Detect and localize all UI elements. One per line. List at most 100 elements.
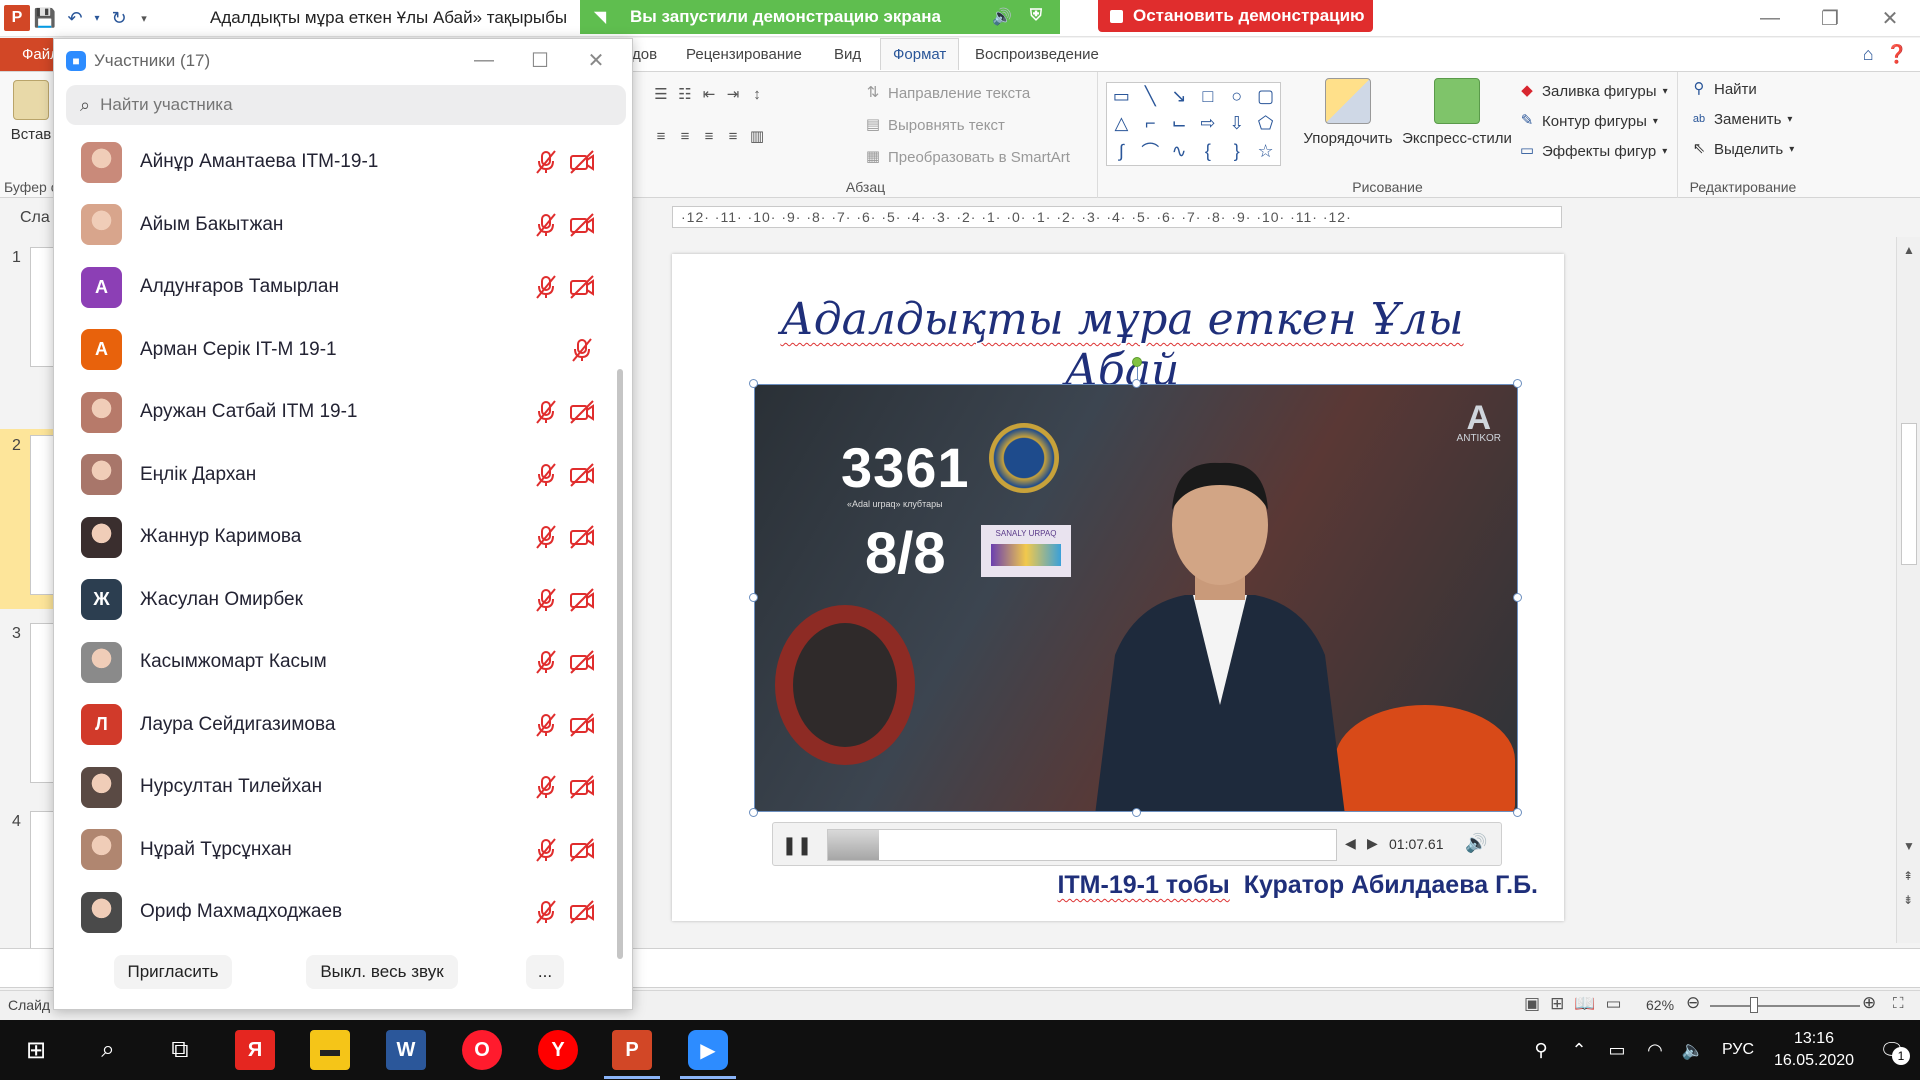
mute-all-button[interactable]: Выкл. весь звук xyxy=(306,955,458,989)
volume-icon[interactable]: 🔊 xyxy=(1465,833,1487,854)
tab-playback[interactable]: Воспроизведение xyxy=(975,46,1099,63)
shape-fill-button[interactable]: ◆ Заливка фигуры ▾ xyxy=(1518,82,1667,100)
align-text-button[interactable]: ▤ Выровнять текст xyxy=(864,116,1005,134)
align-right-icon[interactable]: ≡ xyxy=(700,128,718,146)
muted-mic-icon[interactable] xyxy=(532,211,560,239)
participant-row[interactable]: Айнұр Амантаева ITM-19-1 xyxy=(54,131,614,193)
oval-shape-icon[interactable]: ○ xyxy=(1222,83,1251,110)
windows-start-icon[interactable]: ⊞ xyxy=(14,1028,58,1072)
star-shape-icon[interactable]: ☆ xyxy=(1251,138,1280,165)
slide-footer[interactable]: ITM-19-1 тобы Куратор Абилдаева Г.Б. xyxy=(1028,871,1538,900)
video-off-icon[interactable] xyxy=(568,461,596,489)
people-icon[interactable]: ⚲ xyxy=(1522,1040,1560,1061)
align-center-icon[interactable]: ≡ xyxy=(676,128,694,146)
align-left-icon[interactable]: ≡ xyxy=(652,128,670,146)
participant-row[interactable]: Нурсултан Тилейхан xyxy=(54,756,614,818)
collapse-ribbon-icon[interactable]: ⌂ xyxy=(1863,44,1874,65)
participant-row[interactable]: Ж Жасулан Омирбек xyxy=(54,569,614,631)
word-icon[interactable]: W xyxy=(386,1030,426,1070)
triangle-shape-icon[interactable]: △ xyxy=(1107,110,1136,137)
video-off-icon[interactable] xyxy=(568,398,596,426)
more-options-button[interactable]: ... xyxy=(526,955,564,989)
embedded-video[interactable]: 3361 «Adal urpaq» клубтары 8/8 SANALY UR… xyxy=(754,384,1518,812)
undo-dropdown-icon[interactable]: ▾ xyxy=(90,4,104,32)
normal-view-icon[interactable]: ▣ xyxy=(1524,994,1540,1014)
battery-icon[interactable]: ▭ xyxy=(1598,1040,1636,1061)
participant-row[interactable]: Аружан Сатбай ITM 19-1 xyxy=(54,381,614,443)
numbering-icon[interactable]: ☷ xyxy=(676,86,694,104)
notifications-button[interactable]: 🗨 1 xyxy=(1864,1038,1920,1065)
scroll-up-icon[interactable]: ▲ xyxy=(1903,243,1915,257)
tab-file[interactable]: Файл xyxy=(0,38,60,71)
file-explorer-icon[interactable]: ▬ xyxy=(310,1030,350,1070)
muted-mic-icon[interactable] xyxy=(532,398,560,426)
zoom-slider[interactable] xyxy=(1710,1005,1860,1007)
tab-review[interactable]: Рецензирование xyxy=(686,46,802,63)
panel-close-button[interactable]: ✕ xyxy=(568,45,624,75)
video-off-icon[interactable] xyxy=(568,273,596,301)
muted-mic-icon[interactable] xyxy=(532,523,560,551)
participant-row[interactable]: Айым Бакытжан xyxy=(54,194,614,256)
right-arrow-shape-icon[interactable]: ⇨ xyxy=(1194,110,1223,137)
participant-row[interactable]: Еңлік Дархан xyxy=(54,444,614,506)
scroll-down-icon[interactable]: ▼ xyxy=(1903,839,1915,853)
resize-handle[interactable] xyxy=(1132,808,1141,817)
muted-mic-icon[interactable] xyxy=(568,336,596,364)
close-button[interactable]: ✕ xyxy=(1860,0,1920,37)
participant-row[interactable]: Касымжомарт Касым xyxy=(54,631,614,693)
columns-icon[interactable]: ▥ xyxy=(748,128,766,146)
save-icon[interactable]: 💾 xyxy=(30,4,60,32)
step-forward-icon[interactable]: ▶ xyxy=(1367,835,1378,852)
shape-effects-button[interactable]: ▭ Эффекты фигур ▾ xyxy=(1518,142,1667,160)
decrease-indent-icon[interactable]: ⇤ xyxy=(700,86,718,104)
muted-mic-icon[interactable] xyxy=(532,461,560,489)
arrange-button[interactable]: Упорядочить xyxy=(1298,78,1398,147)
down-arrow-shape-icon[interactable]: ⇩ xyxy=(1222,110,1251,137)
panel-maximize-button[interactable]: ☐ xyxy=(512,45,568,75)
resize-handle[interactable] xyxy=(1513,379,1522,388)
rotation-handle[interactable] xyxy=(1132,357,1142,367)
participant-row[interactable]: Л Лаура Сейдигазимова xyxy=(54,694,614,756)
panel-minimize-button[interactable]: — xyxy=(456,45,512,75)
customize-toolbar-icon[interactable]: ▾ xyxy=(134,4,154,32)
task-view-icon[interactable]: ⧉ xyxy=(158,1028,202,1072)
tab-format[interactable]: Формат xyxy=(880,38,960,70)
align-buttons[interactable]: ≡ ≡ ≡ ≡ ▥ xyxy=(652,128,766,146)
video-off-icon[interactable] xyxy=(568,586,596,614)
previous-slide-icon[interactable]: ⇞ xyxy=(1903,869,1913,883)
zoom-out-icon[interactable]: ⊖ xyxy=(1686,993,1700,1013)
fit-to-window-icon[interactable]: ⛶ xyxy=(1893,995,1904,1012)
participant-row[interactable]: Нұрай Тұрсұнхан xyxy=(54,819,614,881)
participant-search-input[interactable] xyxy=(100,95,601,115)
line-shape-icon[interactable]: ╲ xyxy=(1136,83,1165,110)
select-button[interactable]: ⇖ Выделить ▾ xyxy=(1690,140,1795,158)
help-icon[interactable]: ❓ xyxy=(1886,44,1908,65)
muted-mic-icon[interactable] xyxy=(532,273,560,301)
stop-share-button[interactable]: Остановить демонстрацию xyxy=(1098,0,1373,32)
video-off-icon[interactable] xyxy=(568,523,596,551)
redo-icon[interactable]: ↻ xyxy=(104,4,134,32)
restore-button[interactable]: ❐ xyxy=(1800,0,1860,37)
undo-icon[interactable]: ↶ xyxy=(60,4,90,32)
text-direction-button[interactable]: ⇅ Направление текста xyxy=(864,84,1031,102)
video-progress-track[interactable] xyxy=(827,829,1337,861)
search-icon[interactable]: ⌕ xyxy=(86,1028,130,1072)
reading-view-icon[interactable]: 📖 xyxy=(1574,994,1595,1014)
shield-icon[interactable]: ⛨ xyxy=(1030,7,1042,27)
minimize-button[interactable]: — xyxy=(1740,0,1800,37)
zoom-slider-knob[interactable] xyxy=(1750,997,1758,1013)
clock[interactable]: 13:16 16.05.2020 xyxy=(1764,1028,1864,1072)
language-indicator[interactable]: РУС xyxy=(1712,1041,1764,1059)
video-off-icon[interactable] xyxy=(568,148,596,176)
tab-view[interactable]: Вид xyxy=(834,46,861,63)
quick-styles-button[interactable]: Экспресс-стили xyxy=(1398,78,1516,147)
zoom-in-icon[interactable]: ⊕ xyxy=(1862,993,1876,1013)
slide-canvas[interactable]: Адалдықты мұра еткен Ұлы Абай 3361 «Adal… xyxy=(672,254,1564,921)
shape-outline-button[interactable]: ✎ Контур фигуры ▾ xyxy=(1518,112,1658,130)
audio-icon[interactable]: 🔊 xyxy=(992,7,1012,27)
line-spacing-icon[interactable]: ↕ xyxy=(748,86,766,104)
participants-scrollbar[interactable] xyxy=(617,369,623,959)
resize-handle[interactable] xyxy=(749,808,758,817)
resize-handle[interactable] xyxy=(749,593,758,602)
left-brace-shape-icon[interactable]: { xyxy=(1194,138,1223,165)
